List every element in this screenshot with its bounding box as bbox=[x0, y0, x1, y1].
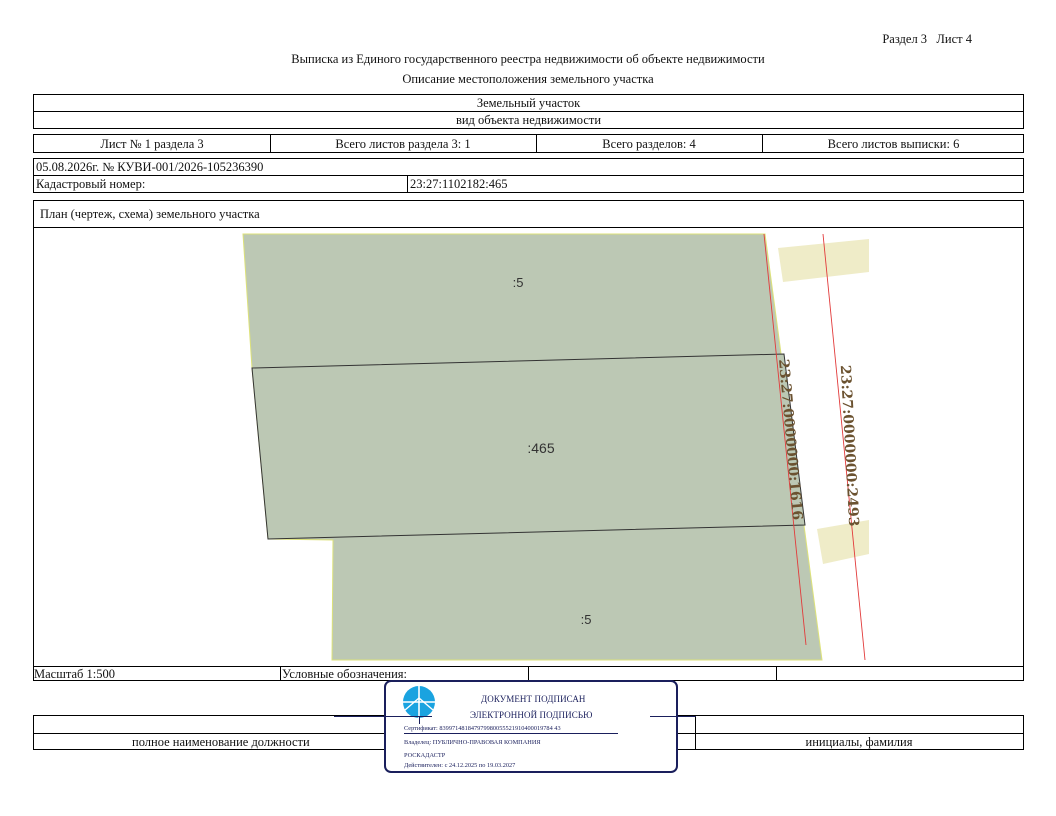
total-sheets-extract: Всего листов выписки: 6 bbox=[827, 137, 960, 151]
neighbor-area-top bbox=[778, 239, 869, 282]
record-table: 05.08.2026г. № КУВИ-001/2026-105236390 К… bbox=[33, 158, 1024, 193]
total-sections: Всего разделов: 4 bbox=[602, 137, 696, 151]
divider bbox=[280, 667, 281, 680]
cadastral-value: 23:27:1102182:465 bbox=[410, 177, 508, 191]
label-quarter-2493: 23:27:0000000:2493 bbox=[837, 365, 861, 527]
sheets-table: Лист № 1 раздела 3 Всего листов раздела … bbox=[33, 134, 1024, 153]
label-parcel-main: :465 bbox=[527, 440, 554, 456]
divider bbox=[407, 175, 408, 192]
stamp-owner: Владелец: ПУБЛИЧНО-ПРАВОВАЯ КОМПАНИЯ bbox=[404, 739, 541, 746]
name-caption: инициалы, фамилия bbox=[805, 735, 913, 749]
divider bbox=[34, 111, 1023, 112]
section-sheet-label: Раздел 3 Лист 4 bbox=[882, 32, 972, 46]
position-caption: полное наименование должности bbox=[132, 735, 310, 749]
stamp-tick bbox=[419, 716, 420, 724]
scale: Масштаб 1:500 bbox=[34, 667, 115, 681]
divider bbox=[528, 667, 529, 680]
stamp-rule-cert bbox=[404, 733, 618, 734]
plan-title-box: План (чертеж, схема) земельного участка bbox=[33, 200, 1024, 228]
roskadastr-logo-icon bbox=[403, 686, 435, 718]
plan-drawing: :5 :465 :5 23:27:0000000:1616 23:27:0000… bbox=[242, 233, 869, 661]
object-type-caption: вид объекта недвижимости bbox=[455, 113, 602, 127]
stamp-owner2: РОСКАДАСТР bbox=[404, 752, 446, 759]
divider bbox=[34, 175, 1023, 176]
scale-legend-table: Масштаб 1:500 Условные обозначения: bbox=[33, 666, 1024, 681]
plan-title: План (чертеж, схема) земельного участка bbox=[40, 207, 260, 221]
label-parcel-bottom: :5 bbox=[581, 612, 592, 627]
stamp-line1: ДОКУМЕНТ ПОДПИСАН bbox=[481, 694, 586, 704]
stamp-rule-left bbox=[334, 716, 432, 717]
stamp-valid: Действителен: с 24.12.2025 по 19.03.2027 bbox=[404, 762, 516, 769]
stamp-certificate: Сертификат: 8399714818479799800555219104… bbox=[404, 725, 561, 732]
sheet-of-section: Лист № 1 раздела 3 bbox=[100, 137, 204, 151]
legend-label: Условные обозначения: bbox=[282, 667, 408, 681]
object-type-table: Земельный участок вид объекта недвижимос… bbox=[33, 94, 1024, 129]
stamp-line2: ЭЛЕКТРОННОЙ ПОДПИСЬЮ bbox=[470, 710, 593, 720]
cadastral-label: Кадастровый номер: bbox=[36, 177, 146, 191]
document-subtitle: Описание местоположения земельного участ… bbox=[402, 72, 654, 86]
total-sheets-section: Всего листов раздела 3: 1 bbox=[335, 137, 471, 151]
object-type: Земельный участок bbox=[476, 96, 581, 110]
divider bbox=[776, 667, 777, 680]
date-number: 05.08.2026г. № КУВИ-001/2026-105236390 bbox=[36, 160, 264, 174]
plan-drawing-frame: :5 :465 :5 23:27:0000000:1616 23:27:0000… bbox=[33, 227, 1024, 667]
stamp-rule-right bbox=[650, 716, 696, 717]
neighbor-area-bottom bbox=[817, 520, 869, 564]
electronic-signature-stamp: ДОКУМЕНТ ПОДПИСАН ЭЛЕКТРОННОЙ ПОДПИСЬЮ С… bbox=[334, 680, 696, 773]
document-title: Выписка из Единого государственного реес… bbox=[291, 52, 765, 66]
label-parcel-top: :5 bbox=[513, 275, 524, 290]
